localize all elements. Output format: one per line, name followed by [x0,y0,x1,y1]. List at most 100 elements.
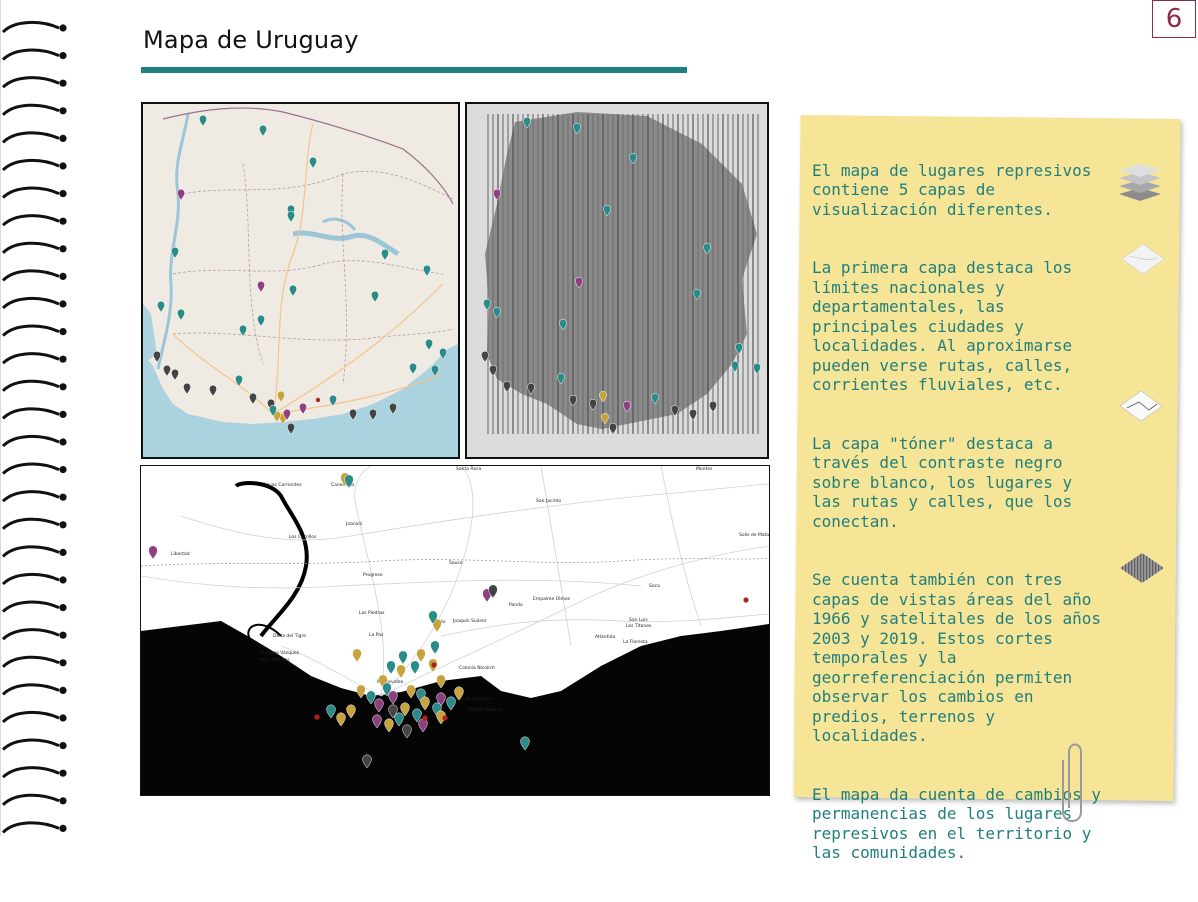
binding-hole [59,604,67,612]
aerial-strip [512,114,514,434]
aerial-strip [537,114,539,434]
base-map-panel[interactable] [141,102,460,459]
binding-hole [59,355,67,363]
note-paragraph-3: La capa "tóner" destaca a través del con… [812,433,1073,531]
binding-hole [59,576,67,584]
aerial-strip [657,114,659,434]
place-label-progreso: Progreso [363,572,383,578]
aerial-strip [682,114,684,434]
aerial-strip [727,114,729,434]
place-label-soltaDeMatas: Solís de Mataojo [739,531,769,538]
spiral-coil [1,711,60,724]
spiral-coil [1,683,60,696]
spiral-coil [1,462,60,475]
place-label-pando: Pando [509,602,523,608]
binding-hole [59,79,67,87]
place-dot[interactable] [315,397,321,403]
place-label-colonia-nicolich: Colonia Nicolich [459,665,495,671]
spiral-coil [1,352,60,365]
note-paragraph-1: El mapa de lugares represivos contiene 5… [812,160,1092,219]
binding-hole [59,107,67,115]
binding-hole [59,410,67,418]
spiral-coil [1,435,60,448]
aerial-strip [567,114,569,434]
spiral-coil [1,186,60,199]
spiral-coil [1,324,60,337]
note-text: El mapa de lugares represivos contiene 5… [812,141,1162,902]
aerial-strip [557,114,559,434]
place-label-las-piedras: Las Piedras [359,610,385,616]
place-label-los-titanes: Los Titanes [626,623,652,629]
spiral-coil [1,241,60,254]
place-label-la-paz: La Paz [369,632,384,638]
place-dot[interactable] [442,715,448,721]
spiral-coil [1,573,60,586]
binding-hole [59,466,67,474]
binding-hole [59,631,67,639]
binding-hole [59,245,67,253]
binding-hole [59,438,67,446]
spiral-coil [1,48,60,61]
toner-map-panel[interactable] [465,102,769,459]
aerial-strip [597,114,599,434]
aerial-strip [492,114,494,434]
spiral-coil [1,545,60,558]
aerial-strip [612,114,614,434]
page-number: 6 [1152,0,1196,38]
place-label-empalme-olmos: Empalme Olmos [533,596,571,602]
binding-hole [59,548,67,557]
place-dot[interactable] [314,714,320,720]
note-paragraph-5: El mapa da cuenta de cambios y permanenc… [812,784,1101,863]
spiral-coil [1,655,60,668]
aerial-strip [522,114,524,434]
paperclip-icon [1062,743,1082,822]
aerial-strip [647,114,649,434]
aerial-strip [562,114,564,434]
aerial-strip [717,114,719,434]
place-dot[interactable] [743,597,749,603]
aerial-strip [607,114,609,434]
spiral-coil [1,600,60,613]
place-label-san-luis: San Luis [629,617,648,623]
spiral-coil [1,490,60,503]
aerial-strip [687,114,689,434]
binding-hole [59,797,67,805]
binding-hole [59,686,67,695]
place-label-joanico: Joanicó [345,520,362,527]
place-label-pajas-blancas: Pajas Blancas [259,657,290,663]
binding-hole [59,217,67,225]
binding-hole [59,328,67,336]
spiral-coil [1,214,60,227]
aerial-strip [497,114,499,434]
layers-icon [1119,164,1161,201]
place-label-santa-rosa: Santa Rosa [456,466,481,472]
toner-thumbnail-icon [1119,390,1163,422]
aerial-strip [697,114,699,434]
place-dot[interactable] [431,662,437,668]
spiral-coil [1,628,60,641]
spiral-coil [1,159,60,172]
map-thumbnail-icon [1121,243,1165,275]
aerial-strip [732,114,734,434]
spiral-coil [1,131,60,144]
spiral-coil [1,21,60,34]
spiral-coil [1,738,60,751]
aerial-strip [622,114,624,434]
aerial-strip [662,114,664,434]
binding-hole [59,521,67,529]
title-underline [141,67,687,73]
place-label-montes: Montes [696,466,713,472]
binding-hole [59,134,67,142]
page: Mapa de Uruguay 6 Santa Rosa Montes Agua… [0,0,1198,862]
dark-detail-map-panel[interactable]: Santa Rosa Montes Aguas Corrientes Canelone… [140,465,770,796]
aerial-thumbnail-icon [1120,553,1164,583]
aerial-strip [617,114,619,434]
place-label-soca: Soca [649,583,660,589]
place-label-los-cerrillos: Los Cerrillos [289,534,317,540]
place-label-san-jacinto: San Jacinto [536,498,561,504]
binding-hole [59,769,67,777]
place-dot[interactable] [422,715,428,721]
binding-hole [59,493,67,501]
aerial-strip [752,114,754,434]
place-label-sauce: Sauce [449,560,463,566]
